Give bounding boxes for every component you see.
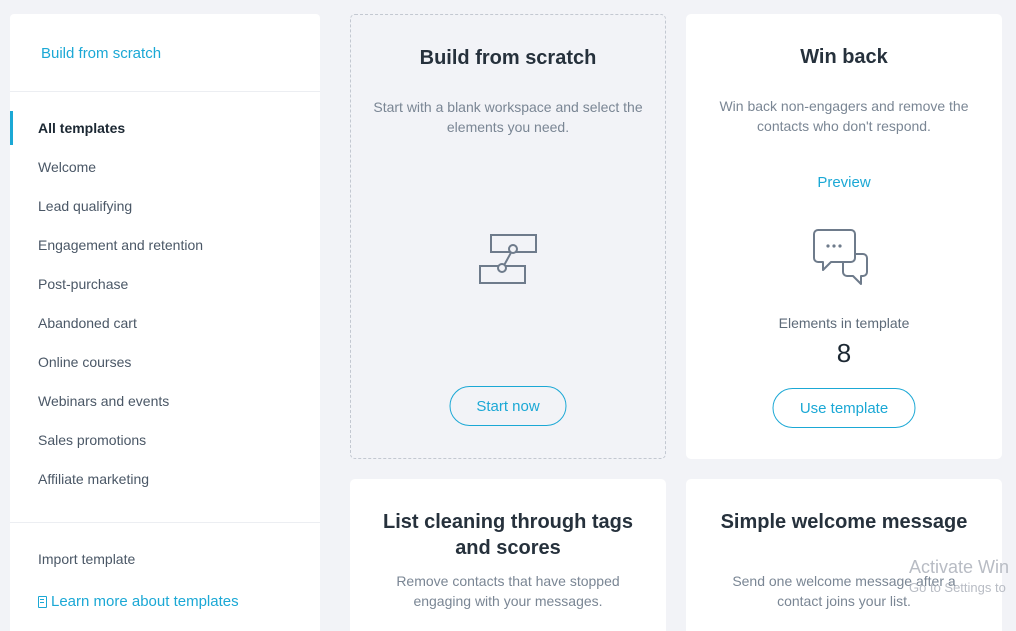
template-category-list: All templates Welcome Lead qualifying En… (10, 92, 320, 504)
sidebar: Build from scratch All templates Welcome… (10, 14, 320, 631)
sidebar-item-all-templates[interactable]: All templates (10, 111, 320, 153)
watermark-line1: Activate Win (909, 557, 1010, 577)
sidebar-item-post-purchase[interactable]: Post-purchase (10, 270, 320, 309)
use-template-button[interactable]: Use template (772, 388, 916, 428)
list-cleaning-card[interactable]: List cleaning through tags and scores Re… (350, 479, 666, 631)
watermark-line2: Go to Settings to (909, 580, 1006, 595)
card-description: Win back non-engagers and remove the con… (719, 98, 969, 134)
elements-count: 8 (836, 338, 852, 368)
import-template-link[interactable]: Import template (38, 551, 320, 567)
elements-label: Elements in template (778, 315, 910, 331)
activation-watermark: Activate Win Go to Settings to (909, 557, 1009, 595)
sidebar-item-engagement-retention[interactable]: Engagement and retention (10, 231, 320, 270)
sidebar-item-welcome[interactable]: Welcome (10, 153, 320, 192)
chat-bubbles-icon (813, 229, 868, 285)
document-icon (38, 595, 47, 608)
start-now-button[interactable]: Start now (449, 386, 567, 426)
card-description: Remove contacts that have stopped engagi… (396, 573, 620, 609)
card-title: Simple welcome message (720, 511, 968, 533)
win-back-card[interactable]: Win back Win back non-engagers and remov… (686, 14, 1002, 459)
sidebar-item-affiliate-marketing[interactable]: Affiliate marketing (10, 465, 320, 504)
sidebar-footer: Import template Learn more about templat… (10, 522, 320, 610)
card-title: Build from scratch (419, 47, 597, 69)
learn-more-label: Learn more about templates (51, 593, 239, 610)
sidebar-item-webinars-events[interactable]: Webinars and events (10, 387, 320, 426)
build-from-scratch-card[interactable]: Build from scratch Start with a blank wo… (350, 14, 666, 459)
sidebar-item-online-courses[interactable]: Online courses (10, 348, 320, 387)
build-from-scratch-link[interactable]: Build from scratch (41, 45, 161, 62)
card-title: List cleaning through tags and scores (382, 511, 633, 559)
card-description: Start with a blank workspace and select … (373, 99, 643, 135)
learn-more-link[interactable]: Learn more about templates (38, 593, 320, 610)
sidebar-header: Build from scratch (10, 14, 320, 92)
simple-welcome-card[interactable]: Simple welcome message Send one welcome … (686, 479, 1002, 631)
workflow-icon (479, 234, 537, 284)
sidebar-item-sales-promotions[interactable]: Sales promotions (10, 426, 320, 465)
preview-link[interactable]: Preview (686, 174, 1002, 191)
card-title: Win back (800, 46, 888, 68)
sidebar-item-abandoned-cart[interactable]: Abandoned cart (10, 309, 320, 348)
sidebar-item-lead-qualifying[interactable]: Lead qualifying (10, 192, 320, 231)
